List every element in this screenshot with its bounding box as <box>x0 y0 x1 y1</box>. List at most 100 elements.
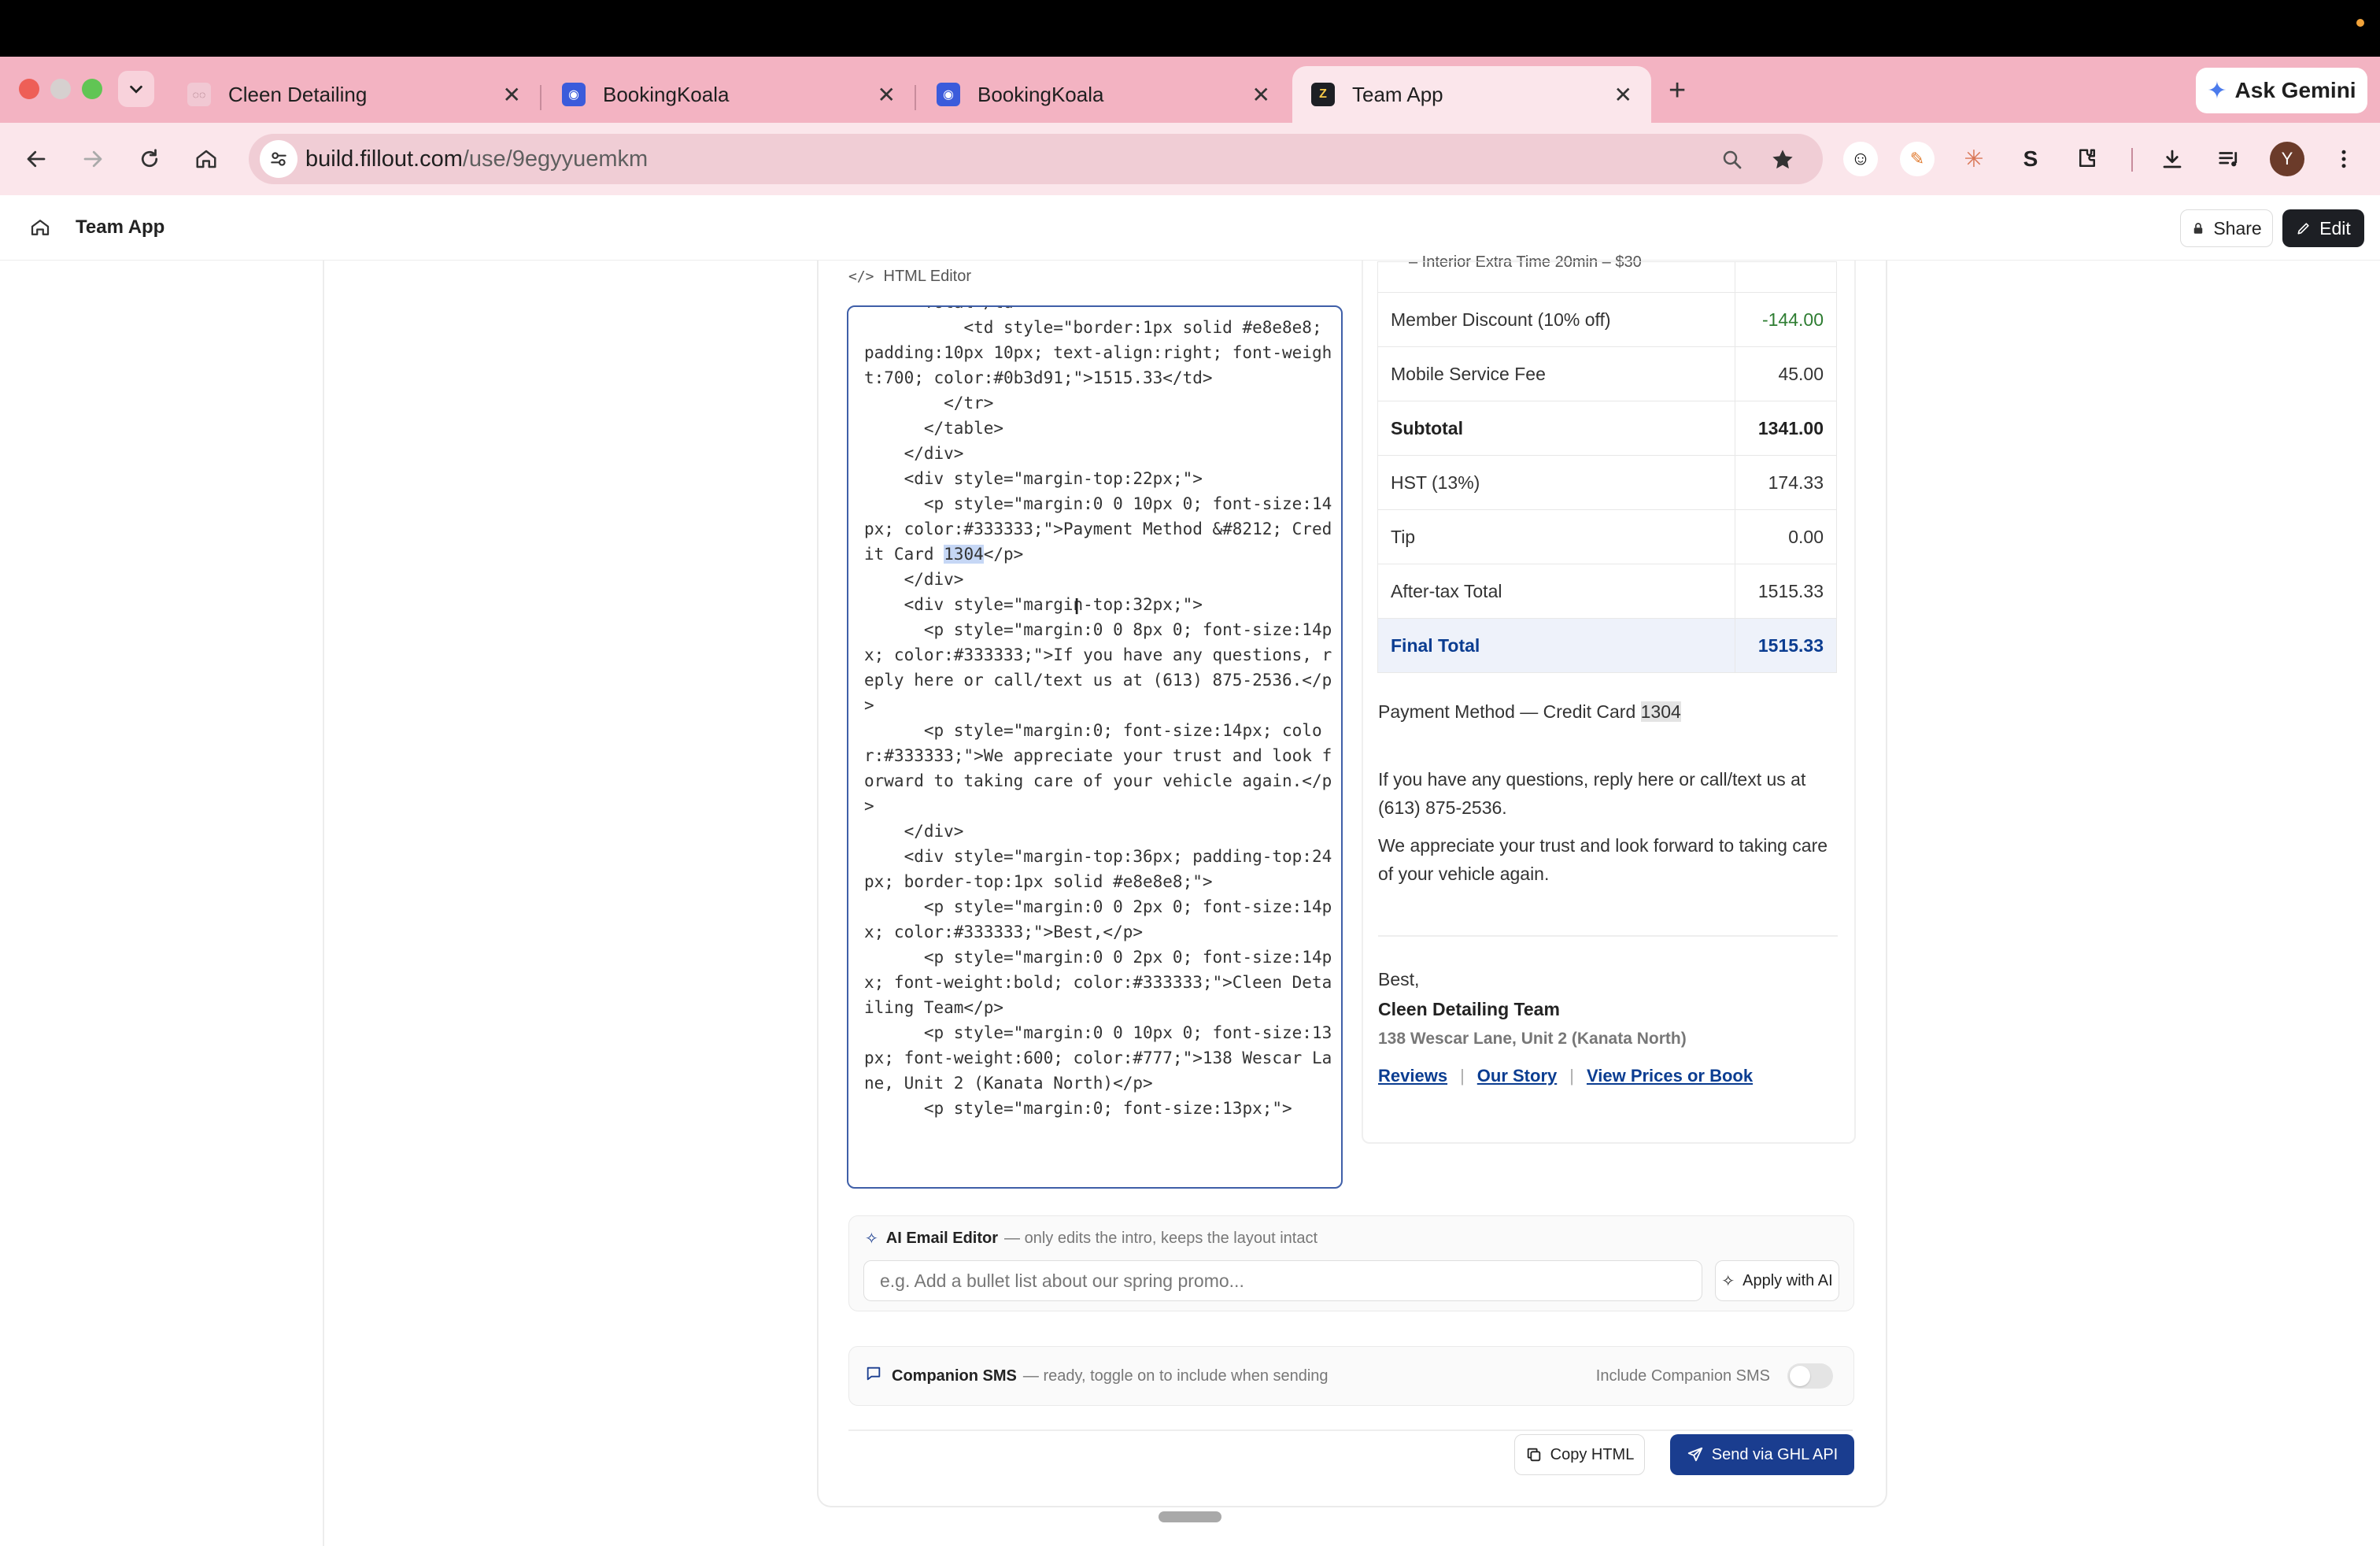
tab-label: Cleen Detailing <box>228 82 368 106</box>
share-button[interactable]: Share <box>2180 209 2273 247</box>
downloads-icon[interactable] <box>2155 142 2190 176</box>
tab-bookingkoala-1[interactable]: ◉ BookingKoala ✕ <box>543 66 915 123</box>
new-tab-button[interactable]: + <box>1669 76 1686 105</box>
browser-tab-strip: ◌◌ Cleen Detailing ✕ ◉ BookingKoala ✕ ◉ … <box>0 57 2380 123</box>
tab-close-icon[interactable]: ✕ <box>1614 82 1632 108</box>
html-editor-textarea[interactable]: Total</td> <td style="border:1px solid #… <box>847 305 1343 1189</box>
zoom-button[interactable] <box>1719 146 1746 173</box>
sms-title: Companion SMS <box>892 1367 1017 1385</box>
include-sms-toggle[interactable] <box>1787 1363 1833 1389</box>
include-sms-label: Include Companion SMS <box>1595 1367 1770 1385</box>
reviews-link[interactable]: Reviews <box>1378 1066 1447 1086</box>
sms-subtitle: — ready, toggle on to include when sendi… <box>1022 1367 1329 1385</box>
tab-search-button[interactable] <box>118 71 154 107</box>
row-value: 1515.33 <box>1735 564 1837 619</box>
ask-gemini-button[interactable]: ✦ Ask Gemini <box>2196 68 2367 113</box>
send-via-ghl-button[interactable]: Send via GHL API <box>1670 1434 1854 1475</box>
copy-icon <box>1525 1446 1543 1463</box>
team-name: Cleen Detailing Team <box>1378 999 1560 1019</box>
arrow-right-icon <box>83 150 102 168</box>
apply-with-ai-button[interactable]: ✧ Apply with AI <box>1715 1260 1839 1301</box>
browser-menu-icon[interactable] <box>2326 142 2361 176</box>
payment-method-text: Payment Method — Credit Card 1304 <box>1378 697 1842 726</box>
back-button[interactable] <box>17 140 55 178</box>
payment-prefix: Payment Method — Credit Card <box>1378 701 1636 722</box>
table-row: Tip 0.00 <box>1377 509 1837 564</box>
tab-separator <box>915 85 916 110</box>
row-label: Subtotal <box>1377 401 1735 456</box>
reload-button[interactable] <box>131 140 168 178</box>
ask-gemini-label: Ask Gemini <box>2234 78 2356 102</box>
extension-face-icon[interactable]: ☺ <box>1843 142 1878 176</box>
sparkles-icon: ✧ <box>1721 1272 1735 1290</box>
address-text: 138 Wescar Lane, Unit 2 (Kanata North) <box>1378 1030 1687 1048</box>
tab-close-icon[interactable]: ✕ <box>1252 82 1270 108</box>
tab-close-icon[interactable]: ✕ <box>878 82 896 108</box>
our-story-link[interactable]: Our Story <box>1477 1066 1557 1086</box>
tab-cleen-detailing[interactable]: ◌◌ Cleen Detailing ✕ <box>168 66 540 123</box>
chevron-down-icon <box>130 85 142 94</box>
tab-bookingkoala-2[interactable]: ◉ BookingKoala ✕ <box>918 66 1289 123</box>
tab-label: BookingKoala <box>978 82 1104 106</box>
url-text[interactable]: build.fillout.com/use/9egyyuemkm <box>305 134 648 184</box>
html-code[interactable]: Total</td> <td style="border:1px solid #… <box>864 307 1336 1121</box>
resize-handle[interactable] <box>1159 1511 1221 1522</box>
table-row: Member Discount (10% off) -144.00 <box>1377 292 1837 347</box>
forward-button[interactable] <box>74 140 112 178</box>
ai-prompt-input[interactable] <box>863 1260 1702 1301</box>
app-home-icon[interactable] <box>28 216 52 243</box>
appreciation-text: We appreciate your trust and look forwar… <box>1378 835 1828 884</box>
url-host: build.fillout.com <box>305 146 463 172</box>
tab-separator <box>540 85 541 110</box>
row-value: 0.00 <box>1735 509 1837 564</box>
edit-button[interactable]: Edit <box>2282 209 2364 247</box>
ai-email-editor-panel: ✧ AI Email Editor — only edits the intro… <box>848 1215 1854 1311</box>
window-zoom-button[interactable] <box>82 79 102 99</box>
home-button[interactable] <box>187 140 225 178</box>
site-info-button[interactable] <box>260 140 298 178</box>
macos-menu-bar <box>0 0 2380 57</box>
table-row <box>1377 261 1837 293</box>
bookingkoala-favicon-icon: ◉ <box>562 83 586 106</box>
bookmark-button[interactable] <box>1769 146 1796 173</box>
home-icon <box>196 150 216 168</box>
apply-with-ai-label: Apply with AI <box>1743 1271 1833 1289</box>
lock-icon <box>2191 221 2205 235</box>
final-total-row: Final Total 1515.33 <box>1377 618 1837 673</box>
extension-brush-icon[interactable]: ✎ <box>1900 142 1935 176</box>
address-bar[interactable]: build.fillout.com/use/9egyyuemkm <box>249 134 1823 184</box>
row-value: 1341.00 <box>1735 401 1837 456</box>
pencil-icon <box>2296 220 2312 236</box>
sms-toggle-group: Include Companion SMS <box>1596 1347 1833 1405</box>
zoom-icon <box>1723 150 1742 169</box>
link-separator: | <box>1569 1066 1574 1086</box>
reload-icon <box>141 149 158 168</box>
tab-close-icon[interactable]: ✕ <box>503 82 521 108</box>
share-label: Share <box>2213 217 2262 239</box>
html-editor-title: HTML Editor <box>883 268 972 285</box>
extensions-puzzle-icon[interactable] <box>2070 142 2105 176</box>
html-editor-label: </> HTML Editor <box>848 268 971 286</box>
send-icon <box>1687 1446 1704 1463</box>
extension-s-icon[interactable]: Ѕ <box>2013 142 2048 176</box>
tab-team-app[interactable]: Z Team App ✕ <box>1292 66 1651 123</box>
bookingkoala-favicon-icon: ◉ <box>937 83 960 106</box>
row-label: Mobile Service Fee <box>1377 346 1735 401</box>
code-before-selection: Total</td> <td style="border:1px solid #… <box>864 307 1332 564</box>
row-label: Tip <box>1377 509 1735 564</box>
window-minimize-button[interactable] <box>50 79 71 99</box>
profile-avatar[interactable]: Y <box>2270 142 2304 176</box>
send-label: Send via GHL API <box>1711 1445 1839 1463</box>
table-row: After-tax Total 1515.33 <box>1377 564 1837 619</box>
app-title: Team App <box>76 216 165 238</box>
ai-editor-subtitle: — only edits the intro, keeps the layout… <box>1004 1230 1318 1247</box>
row-value: 174.33 <box>1735 455 1837 510</box>
extension-claude-icon[interactable]: ✳ <box>1957 142 1991 176</box>
copy-html-button[interactable]: Copy HTML <box>1514 1434 1645 1475</box>
row-label: After-tax Total <box>1377 564 1735 619</box>
card-last-four: 1304 <box>1640 701 1681 722</box>
media-controls-icon[interactable] <box>2212 142 2246 176</box>
view-prices-link[interactable]: View Prices or Book <box>1587 1066 1753 1086</box>
window-close-button[interactable] <box>19 79 39 99</box>
browser-toolbar: build.fillout.com/use/9egyyuemkm ☺ ✎ ✳ Ѕ… <box>0 123 2380 196</box>
